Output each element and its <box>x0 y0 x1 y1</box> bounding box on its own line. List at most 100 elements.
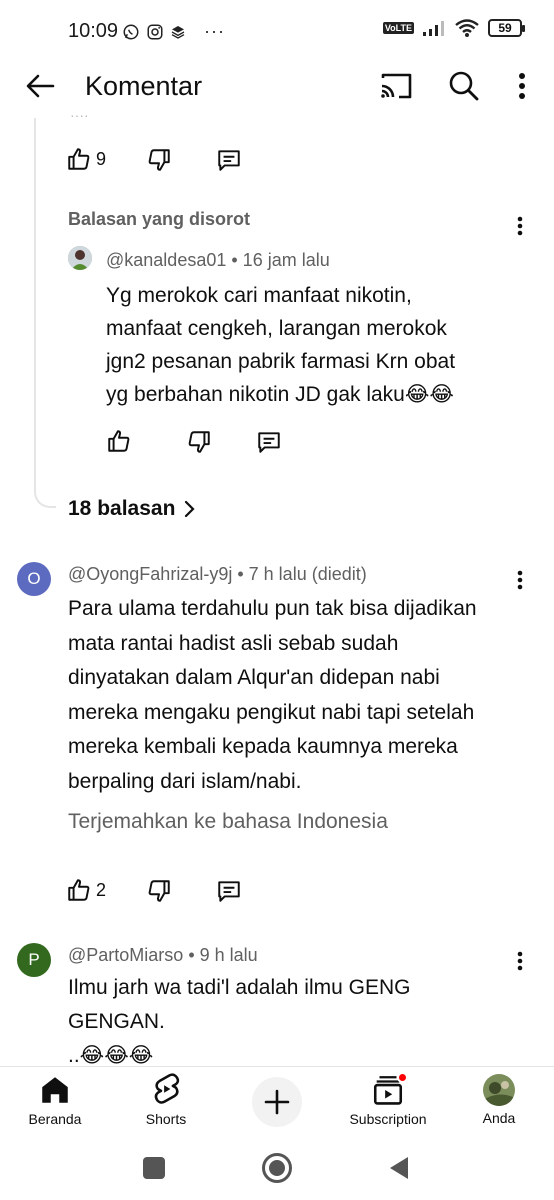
recents-button[interactable] <box>143 1157 165 1179</box>
comment-meta: @kanaldesa01 • 16 jam lalu <box>106 250 330 271</box>
highlighted-more-button[interactable] <box>508 212 532 240</box>
search-icon <box>449 71 479 101</box>
status-time: 10:09 <box>68 20 119 42</box>
instagram-icon <box>147 24 163 39</box>
wifi-icon <box>455 19 479 37</box>
like-button[interactable]: 9 <box>66 146 106 172</box>
comment-line: dinyatakan dalam Alqur'an didepan nabi <box>68 666 440 689</box>
dislike-button[interactable] <box>146 878 172 909</box>
battery-icon: 59 <box>488 19 525 37</box>
comment-time: • 16 jam lalu <box>231 250 330 270</box>
nav-you[interactable]: Anda <box>444 1067 554 1141</box>
home-icon <box>42 1077 68 1103</box>
more-vert-icon <box>517 951 523 971</box>
comment-author[interactable]: @kanaldesa01 <box>106 250 226 270</box>
comment-line: ..😂😂😂 <box>68 1044 154 1067</box>
comment-line: manfaat cengkeh, larangan merokok <box>106 317 447 340</box>
truncated-text-fragment: ···· <box>70 112 120 118</box>
avatar[interactable]: O <box>17 562 51 596</box>
shorts-icon <box>154 1073 180 1104</box>
like-button[interactable] <box>106 428 132 459</box>
nav-subscription[interactable]: Subscription <box>333 1067 443 1141</box>
create-button[interactable] <box>252 1077 302 1127</box>
comment-text: Yg merokok cari manfaat nikotin, manfaat… <box>106 279 455 411</box>
translate-link[interactable]: Terjemahkan ke bahasa Indonesia <box>68 810 388 834</box>
view-replies-link[interactable]: 18 balasan <box>68 497 195 521</box>
avatar[interactable]: P <box>17 943 51 977</box>
thread-line <box>34 118 56 508</box>
nav-shorts-label: Shorts <box>145 1111 187 1127</box>
nav-create[interactable] <box>222 1067 332 1141</box>
thumbs-down-icon <box>148 880 170 902</box>
arrow-left-icon <box>26 74 55 98</box>
more-notifications-icon: ··· <box>204 21 225 41</box>
back-system-button[interactable] <box>388 1155 410 1186</box>
nav-home[interactable]: Beranda <box>0 1067 110 1141</box>
nav-you-label: Anda <box>482 1110 516 1126</box>
battery-level: 59 <box>498 21 512 35</box>
like-button[interactable]: 2 <box>66 877 106 903</box>
home-system-button[interactable] <box>262 1153 292 1183</box>
reply-button[interactable] <box>216 147 242 178</box>
cast-button[interactable] <box>376 68 416 104</box>
signal-icon <box>423 21 444 36</box>
comment-line: mata rantai hadist asli sebab sudah <box>68 631 399 655</box>
home-dot-icon <box>269 1160 285 1176</box>
profile-avatar <box>483 1074 515 1106</box>
avatar[interactable] <box>68 246 92 270</box>
system-navigation-bar <box>0 1140 554 1200</box>
comment-line: Yg merokok cari manfaat nikotin, <box>106 284 412 307</box>
triangle-back-icon <box>390 1157 408 1179</box>
more-vert-icon <box>519 73 525 99</box>
comment-line: GENGAN. <box>68 1010 165 1033</box>
notification-dot <box>397 1072 408 1083</box>
comment-meta: @OyongFahrizal-y9j • 7 h lalu (diedit) <box>68 564 367 585</box>
thumbs-up-icon <box>68 879 90 901</box>
comment-icon <box>218 150 240 171</box>
thumbs-up-icon <box>108 430 130 452</box>
comment-time: • 9 h lalu <box>188 945 258 965</box>
thumbs-down-icon <box>188 431 210 453</box>
back-button[interactable] <box>20 68 60 104</box>
more-vert-icon <box>517 570 523 590</box>
comment-author[interactable]: @OyongFahrizal-y9j <box>68 564 232 584</box>
volte-icon: VoLTE <box>382 22 414 34</box>
status-system-icons: VoLTE 59 <box>382 18 525 38</box>
nav-shorts[interactable]: Shorts <box>111 1067 221 1141</box>
page-title: Komentar <box>85 71 203 101</box>
comment-line: mereka kembali kepada kaumnya mereka <box>68 735 458 758</box>
reply-button[interactable] <box>256 429 282 460</box>
avatar-letter: O <box>27 569 41 588</box>
more-options-button[interactable] <box>508 68 536 104</box>
plus-icon <box>264 1089 290 1115</box>
chevron-right-icon <box>185 500 195 518</box>
avatar-letter: P <box>28 950 40 969</box>
bottom-navigation: Beranda Shorts Subscription Anda <box>0 1066 554 1140</box>
like-count: 2 <box>96 879 107 900</box>
comment-line: yg berbahan nikotin JD gak laku😂😂 <box>106 383 454 406</box>
comment-time: • 7 h lalu (diedit) <box>237 564 367 584</box>
profile-photo-icon <box>483 1074 515 1106</box>
reply-button[interactable] <box>216 878 242 909</box>
search-button[interactable] <box>444 66 484 106</box>
subscription-icon-wrap <box>371 1072 408 1107</box>
user-photo-icon <box>68 246 92 270</box>
comment-line: Para ulama terdahulu pun tak bisa dijadi… <box>68 597 477 620</box>
comment-author[interactable]: @PartoMiarso <box>68 945 183 965</box>
dislike-button[interactable] <box>186 429 212 460</box>
nav-subscription-label: Subscription <box>349 1111 427 1127</box>
comment-line: berpaling dari islam/nabi. <box>68 769 302 793</box>
comment-more-button[interactable] <box>508 566 532 594</box>
nav-home-label: Beranda <box>28 1111 82 1127</box>
highlighted-reply-label: Balasan yang disorot <box>68 209 251 229</box>
more-vert-icon <box>517 216 523 236</box>
comment-line: mereka mengaku pengikut nabi tapi setela… <box>68 700 475 724</box>
whatsapp-icon <box>123 24 139 39</box>
comment-line: Ilmu jarh wa tadi'l adalah ilmu GENG <box>68 976 411 999</box>
comment-text: Ilmu jarh wa tadi'l adalah ilmu GENG GEN… <box>68 971 538 1067</box>
layers-icon <box>171 25 185 39</box>
dislike-button[interactable] <box>146 147 172 178</box>
status-notification-icons: ··· <box>122 21 225 42</box>
cast-icon <box>381 73 412 99</box>
thumbs-down-icon <box>148 149 170 171</box>
